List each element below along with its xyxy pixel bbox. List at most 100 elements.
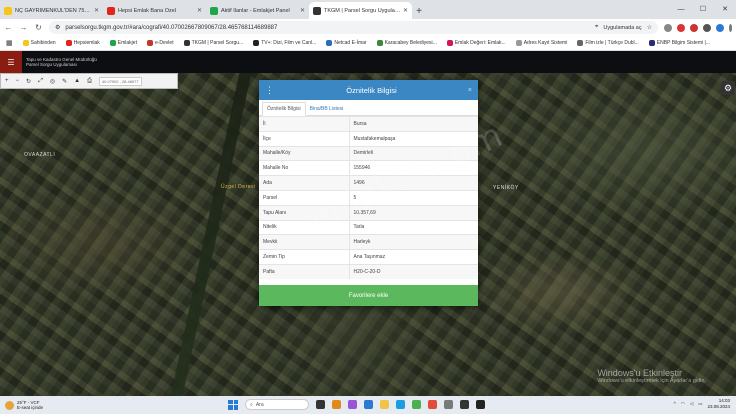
bookmarks-bar: ▦ Sahibinden Hepsiemlak Emlakjet e-Devle… (0, 36, 736, 51)
taskview-icon[interactable] (316, 400, 325, 409)
windows-taskbar: 25°F - VCF E-seat içinde ⌕ Ara ^ ◠ ◁ ▭ 1… (0, 396, 736, 414)
bookmark-item[interactable]: Sahibinden (22, 40, 56, 46)
location-icon: ⌖ (595, 24, 599, 30)
taskbar-app-icon[interactable] (476, 400, 485, 409)
hamburger-menu-icon[interactable]: ☰ (0, 51, 22, 73)
widget-icon[interactable] (332, 400, 341, 409)
browser-tab-active[interactable]: TKGM | Parsel Sorgu Uygulaması ✕ (309, 2, 412, 19)
reload-icon[interactable]: ↻ (34, 23, 43, 32)
dialog-title: Öznitelik Bilgisi (346, 85, 397, 95)
close-icon[interactable]: ✕ (403, 7, 408, 14)
system-clock[interactable]: 14:03 23.08.2024 (707, 398, 730, 409)
taskbar-search-input[interactable]: ⌕ Ara (245, 399, 309, 410)
volume-icon[interactable]: ◁ (690, 401, 693, 407)
layers-icon[interactable]: ▲ (74, 78, 80, 84)
close-icon[interactable]: ✕ (197, 7, 202, 14)
close-window-icon[interactable]: ✕ (714, 0, 736, 19)
site-info-icon[interactable]: ⚙ (55, 24, 60, 31)
map-place-label: YENİKÖY (493, 185, 519, 191)
refresh-icon[interactable]: ↻ (26, 78, 31, 85)
weather-widget[interactable]: 25°F - VCF E-seat içinde (0, 400, 100, 410)
bookmark-item[interactable]: Karacabey Belediyesi... (376, 40, 437, 46)
zoom-out-icon[interactable]: − (16, 78, 20, 84)
attribute-value: Demirleli (349, 145, 478, 161)
bookmark-item[interactable]: Adres Kayıt Sistemi (515, 40, 567, 46)
browser-tab[interactable]: Aktif İlanlar - Emlakjet Panel ✕ (206, 2, 309, 19)
apps-grid-icon[interactable]: ▦ (6, 39, 13, 47)
extension-icon[interactable] (703, 23, 711, 32)
tab-attributes[interactable]: Öznitelik Bilgisi (262, 102, 306, 116)
table-row: Pafta H20-C-20-D (259, 263, 478, 280)
windows-start-icon[interactable] (228, 399, 238, 410)
extension-icon[interactable] (664, 23, 672, 32)
fullscreen-icon[interactable]: ⤢ (38, 78, 43, 85)
attribute-value: 1496 (349, 175, 478, 191)
taskbar-app-icon[interactable] (444, 400, 453, 409)
attribute-value: H20-C-20-D (349, 263, 478, 280)
forward-icon[interactable]: → (19, 23, 28, 32)
open-in-app-label[interactable]: Uygulamada aç (603, 25, 641, 31)
app-title: Tapu ve Kadastro Genel Müdürlüğü Parsel … (22, 57, 97, 68)
extension-icon[interactable] (690, 23, 698, 32)
bookmark-item[interactable]: Emlak Değeri: Emlak... (446, 40, 506, 46)
bookmark-favicon-icon (183, 40, 190, 46)
bookmark-item[interactable]: Hepsiemlak (65, 40, 100, 46)
bookmark-item[interactable]: e-Devlet (146, 40, 174, 46)
browser-tab[interactable]: NÇ GAYRİMENKUL'DEN 7500m2 SA ✕ (0, 2, 103, 19)
bookmark-item[interactable]: Emlakjet (109, 40, 137, 46)
bookmark-favicon-icon (109, 40, 116, 46)
bookmark-item[interactable]: TV+: Dizi, Film ve Canl... (253, 40, 316, 46)
attribute-value: Ana Taşınmaz (349, 249, 478, 265)
close-icon[interactable]: × (468, 87, 472, 94)
minimize-icon[interactable]: — (670, 0, 692, 19)
bookmark-item[interactable]: Film izle | Türkçe Dubl... (577, 40, 639, 46)
url-input[interactable]: ⚙ parselsorgu.tkgm.gov.tr/#ara/cografi/4… (49, 21, 658, 34)
bookmark-favicon-icon (577, 40, 584, 46)
window-controls: — ☐ ✕ (670, 0, 736, 19)
attribute-key: İl (259, 116, 350, 132)
close-icon[interactable]: ✕ (94, 7, 99, 14)
tray-chevron-icon[interactable]: ^ (674, 401, 676, 406)
settings-gear-icon[interactable]: ⚙ (721, 81, 735, 95)
more-menu-icon[interactable] (729, 23, 732, 32)
taskbar-center: ⌕ Ara (228, 399, 485, 410)
store-icon[interactable] (364, 400, 373, 409)
edge-icon[interactable] (396, 400, 405, 409)
print-icon[interactable]: ⎙ (87, 78, 92, 85)
file-explorer-icon[interactable] (380, 400, 389, 409)
chrome-icon[interactable] (412, 400, 421, 409)
close-icon[interactable]: ✕ (300, 7, 305, 14)
bookmark-star-icon[interactable]: ☆ (647, 24, 652, 31)
extension-icon[interactable] (677, 23, 685, 32)
add-to-favorites-button[interactable]: Favorilere ekle (259, 285, 478, 306)
app-header: ☰ Tapu ve Kadastro Genel Müdürlüğü Parse… (0, 51, 736, 73)
bookmark-item[interactable]: Netcad E-İmar (326, 40, 367, 46)
bookmark-favicon-icon (648, 40, 655, 46)
profile-avatar[interactable] (716, 23, 724, 32)
attribute-key: Parsel (259, 189, 350, 206)
map-stream-label: Üzgel Deresi (221, 184, 256, 190)
locate-icon[interactable]: ◎ (50, 78, 55, 85)
bookmark-favicon-icon (253, 40, 260, 46)
ruler-icon[interactable]: ✎ (62, 78, 67, 85)
bookmark-item[interactable]: TKGM | Parsel Sorgu... (183, 40, 243, 46)
kebab-menu-icon[interactable]: ⋮ (265, 85, 275, 96)
bookmark-item[interactable]: ENBP Bilgim Sistemi |... (648, 40, 710, 46)
copilot-icon[interactable] (348, 400, 357, 409)
zoom-in-icon[interactable]: + (5, 78, 9, 84)
battery-icon[interactable]: ▭ (698, 401, 702, 407)
system-tray: ^ ◠ ◁ ▭ 14:03 23.08.2024 (674, 398, 730, 409)
bookmark-favicon-icon (22, 40, 29, 46)
tab-title: Aktif İlanlar - Emlakjet Panel (221, 7, 290, 14)
maximize-icon[interactable]: ☐ (692, 0, 714, 19)
browser-tab[interactable]: Hepsi Emlak Bana Özel ✕ (103, 2, 206, 19)
back-icon[interactable]: ← (4, 23, 13, 32)
attribute-key: Nitelik (259, 219, 350, 235)
new-tab-button[interactable]: + (412, 6, 426, 17)
tab-building-list[interactable]: Bina/BB Listesi (306, 103, 348, 115)
wifi-icon[interactable]: ◠ (681, 401, 685, 407)
map-toolbar: + − ↻ ⤢ ◎ ✎ ▲ ⎙ 40.07002 , 28.46577 (0, 73, 178, 89)
taskbar-app-icon[interactable] (460, 400, 469, 409)
table-row: Zemin Tip Ana Taşınmaz (259, 249, 478, 265)
chrome-profile-icon[interactable] (428, 400, 437, 409)
